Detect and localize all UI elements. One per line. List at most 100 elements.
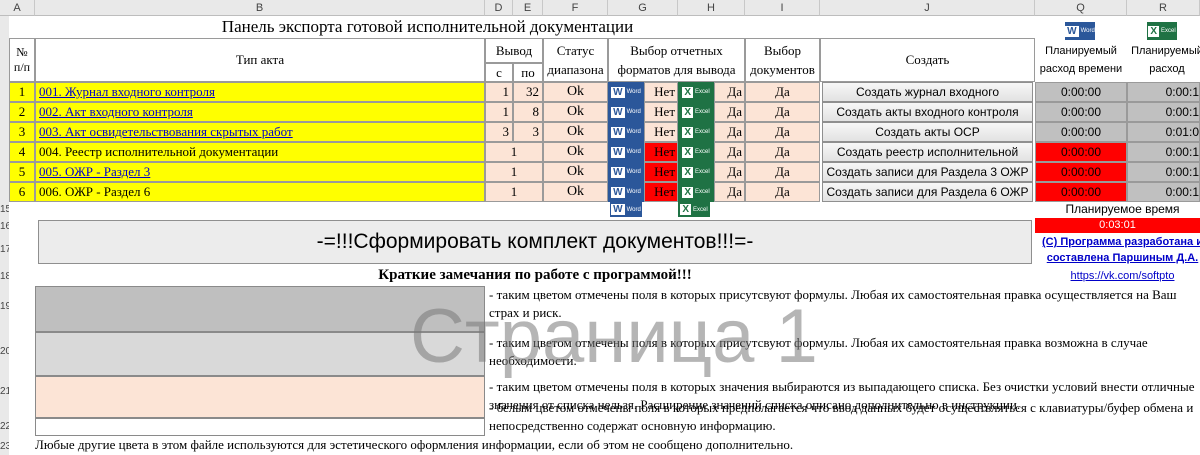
time-excel: 0:00:1 <box>1127 82 1200 102</box>
excel-icon: X Excel <box>678 102 714 122</box>
create-button[interactable]: Создать записи для Раздела 3 ОЖР <box>822 162 1033 182</box>
row-header-22[interactable]: 22 <box>0 420 9 434</box>
excel-icon: X Excel <box>678 142 714 162</box>
header-num: № п/п <box>9 38 35 82</box>
act-type-cell[interactable]: 002. Акт входного контроля <box>35 102 485 122</box>
docs-select[interactable]: Да <box>745 102 820 122</box>
output-to[interactable]: 32 <box>513 82 543 102</box>
word-icon: W Word <box>1065 22 1095 40</box>
act-type-cell[interactable]: 001. Журнал входного контроля <box>35 82 485 102</box>
act-type-cell[interactable]: 005. ОЖР - Раздел 3 <box>35 162 485 182</box>
notes-title: Краткие замечания по работе с программой… <box>378 267 692 283</box>
act-type-link[interactable]: 006. ОЖР - Раздел 6 <box>39 184 150 200</box>
generate-documents-button[interactable]: -=!!!Сформировать комплект документов!!!… <box>38 220 1032 264</box>
create-button[interactable]: Создать реестр исполнительной <box>822 142 1033 162</box>
header-create: Создать <box>820 38 1035 82</box>
col-header-r[interactable]: R <box>1127 0 1200 16</box>
excel-select[interactable]: Да <box>714 82 745 102</box>
planned-time-label: Планируемое время <box>1065 202 1180 216</box>
word-select[interactable]: Нет <box>644 122 678 142</box>
excel-select[interactable]: Да <box>714 102 745 122</box>
act-type-link[interactable]: 004. Реестр исполнительной документации <box>39 144 278 160</box>
row-header-16[interactable]: 16 <box>0 220 9 234</box>
word-select[interactable]: Нет <box>644 162 678 182</box>
time-word: 0:00:00 <box>1035 182 1127 202</box>
row-header-17[interactable]: 17 <box>0 243 9 257</box>
header-status: Статус диапазона <box>543 38 608 82</box>
excel-select[interactable]: Да <box>714 162 745 182</box>
time-word: 0:00:00 <box>1035 102 1127 122</box>
docs-select[interactable]: Да <box>745 122 820 142</box>
status-range: Ok <box>543 142 608 162</box>
col-header-j[interactable]: J <box>820 0 1035 16</box>
act-type-link[interactable]: 005. ОЖР - Раздел 3 <box>39 164 150 180</box>
row-num: 3 <box>9 122 35 142</box>
word-select[interactable]: Нет <box>644 182 678 202</box>
header-to: по <box>513 63 543 82</box>
docs-select[interactable]: Да <box>745 182 820 202</box>
create-button[interactable]: Создать записи для Раздела 6 ОЖР <box>822 182 1033 202</box>
col-header-q[interactable]: Q <box>1035 0 1127 16</box>
excel-select[interactable]: Да <box>714 182 745 202</box>
row-header-15[interactable]: 15 <box>0 203 9 217</box>
excel-select[interactable]: Да <box>714 122 745 142</box>
docs-select[interactable]: Да <box>745 142 820 162</box>
act-type-cell[interactable]: 006. ОЖР - Раздел 6 <box>35 182 485 202</box>
col-header-f[interactable]: F <box>543 0 608 16</box>
row-header-23[interactable]: 23 <box>0 440 9 454</box>
word-select[interactable]: Нет <box>644 102 678 122</box>
docs-select[interactable]: Да <box>745 162 820 182</box>
excel-icon: X Excel <box>678 182 714 202</box>
act-type-cell[interactable]: 004. Реестр исполнительной документации <box>35 142 485 162</box>
docs-select[interactable]: Да <box>745 82 820 102</box>
header-plan-excel: Планируемый расход времени <box>1131 45 1200 93</box>
status-range: Ok <box>543 102 608 122</box>
author-credit[interactable]: (С) Программа разработана и составлена П… <box>1035 234 1200 266</box>
act-type-cell[interactable]: 003. Акт освидетельствования скрытых раб… <box>35 122 485 142</box>
output-range[interactable]: 1 <box>485 162 543 182</box>
output-range[interactable]: 1 <box>485 182 543 202</box>
page-watermark: Страница 1 <box>410 294 818 379</box>
row-header-20[interactable]: 20 <box>0 345 9 359</box>
word-icon: W Word <box>608 182 644 202</box>
create-button[interactable]: Создать акты входного контроля <box>822 102 1033 122</box>
output-to[interactable]: 3 <box>513 122 543 142</box>
word-select[interactable]: Нет <box>644 142 678 162</box>
output-from[interactable]: 1 <box>485 82 513 102</box>
status-range: Ok <box>543 82 608 102</box>
swatch-white <box>35 418 485 436</box>
time-word: 0:00:00 <box>1035 142 1127 162</box>
excel-select[interactable]: Да <box>714 142 745 162</box>
word-icon: W Word <box>608 82 644 102</box>
col-header-a[interactable]: A <box>0 0 35 16</box>
row-header-19[interactable]: 19 <box>0 300 9 314</box>
time-word: 0:00:00 <box>1035 122 1127 142</box>
time-word: 0:00:00 <box>1035 162 1127 182</box>
word-select[interactable]: Нет <box>644 82 678 102</box>
col-header-e[interactable]: E <box>513 0 543 16</box>
output-range[interactable]: 1 <box>485 142 543 162</box>
status-range: Ok <box>543 182 608 202</box>
output-to[interactable]: 8 <box>513 102 543 122</box>
header-from: с <box>485 63 513 82</box>
col-header-i[interactable]: I <box>745 0 820 16</box>
create-button[interactable]: Создать журнал входного <box>822 82 1033 102</box>
row-num: 1 <box>9 82 35 102</box>
act-type-link[interactable]: 003. Акт освидетельствования скрытых раб… <box>39 124 293 140</box>
row-header-18[interactable]: 18 <box>0 270 9 284</box>
planned-time-value: 0:03:01 <box>1035 218 1200 233</box>
author-line-2: составлена Паршиным Д.А. <box>1046 252 1199 264</box>
time-excel: 0:00:1 <box>1127 142 1200 162</box>
row-header-21[interactable]: 21 <box>0 385 9 399</box>
col-header-h[interactable]: H <box>678 0 745 16</box>
col-header-g[interactable]: G <box>608 0 678 16</box>
author-link[interactable]: https://vk.com/softpto <box>1035 268 1200 284</box>
act-type-link[interactable]: 002. Акт входного контроля <box>39 104 193 120</box>
output-from[interactable]: 3 <box>485 122 513 142</box>
act-type-link[interactable]: 001. Журнал входного контроля <box>39 84 215 100</box>
output-from[interactable]: 1 <box>485 102 513 122</box>
author-line-1: (С) Программа разработана и <box>1042 236 1200 248</box>
create-button[interactable]: Создать акты ОСР <box>822 122 1033 142</box>
col-header-b[interactable]: B <box>35 0 485 16</box>
col-header-d[interactable]: D <box>485 0 513 16</box>
